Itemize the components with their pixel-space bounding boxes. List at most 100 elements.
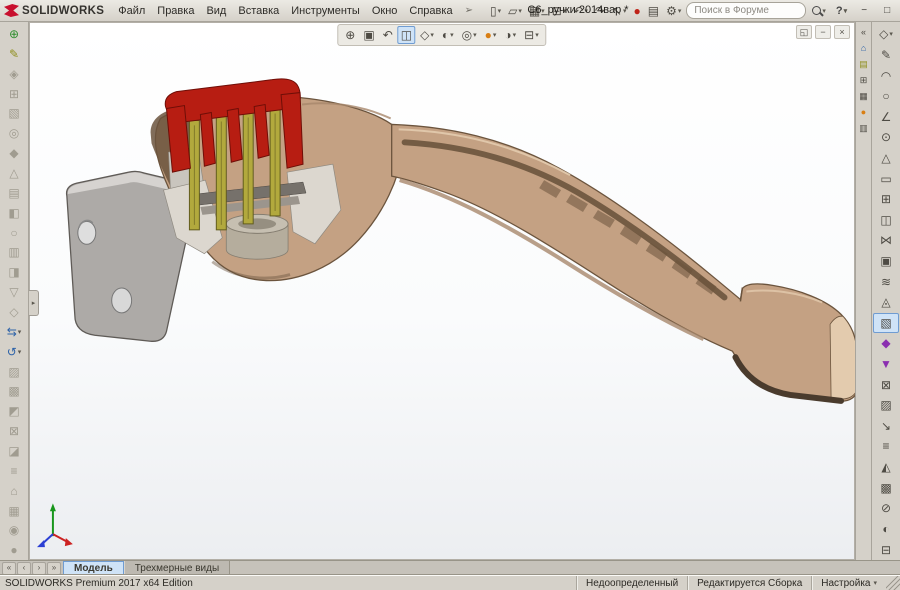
pin-icon[interactable]: ➢: [461, 5, 477, 16]
print-button[interactable]: ⊟ ▾: [549, 1, 570, 20]
toolbar-icon[interactable]: ◆ ▾: [1, 143, 27, 163]
toolbar-icon[interactable]: ∠ ▾: [873, 106, 899, 127]
window-minimize-button[interactable]: −: [854, 2, 874, 19]
rebuild-button[interactable]: ● ▾: [630, 1, 643, 20]
toolbar-icon[interactable]: △ ▾: [1, 163, 27, 183]
menu-tools[interactable]: Инструменты: [285, 3, 366, 19]
custom-properties-tab[interactable]: ▥: [856, 120, 871, 136]
doc-minimize-button[interactable]: −: [815, 25, 831, 39]
plate-notch[interactable]: [112, 288, 132, 313]
toolbar-icon[interactable]: ≋ ▾: [873, 271, 899, 292]
toolbar-icon[interactable]: ◈ ▾: [1, 64, 27, 84]
toolbar-icon[interactable]: ✎ ▾: [873, 45, 899, 66]
toolbar-icon[interactable]: ▣ ▾: [873, 251, 899, 272]
edit-appearance-button[interactable]: ● ▾: [482, 26, 500, 44]
apply-scene-button[interactable]: ◑ ▾: [501, 26, 519, 44]
search-button[interactable]: ▾: [809, 1, 829, 20]
menu-window[interactable]: Окно: [366, 3, 404, 19]
doc-close-button[interactable]: ×: [834, 25, 850, 39]
toolbar-icon[interactable]: ▦ ▾: [1, 501, 27, 521]
toolbar-icon[interactable]: ▭ ▾: [873, 168, 899, 189]
toolbar-icon[interactable]: ▩ ▾: [873, 477, 899, 498]
view-palette-tab[interactable]: ▦: [856, 88, 871, 104]
window-maximize-button[interactable]: □: [877, 2, 897, 19]
toolbar-icon[interactable]: ◇ ▾: [873, 24, 899, 45]
toolbar-icon[interactable]: ◠ ▾: [873, 65, 899, 86]
toolbar-icon[interactable]: ✎ ▾: [1, 44, 27, 64]
search-input[interactable]: [692, 4, 800, 17]
redo-button[interactable]: ↷ ▾: [592, 1, 608, 20]
options-button[interactable]: ⚙ ▾: [663, 1, 684, 20]
toolbar-icon[interactable]: ▩ ▾: [1, 381, 27, 401]
toolbar-icon[interactable]: ⊕ ▾: [1, 24, 27, 44]
toolbar-icon[interactable]: ◇ ▾: [1, 302, 27, 322]
appearances-scenes-tab[interactable]: ●: [856, 104, 871, 120]
tab-scroll-button[interactable]: ‹: [17, 562, 31, 575]
toolbar-icon[interactable]: ⊠ ▾: [1, 421, 27, 441]
toolbar-icon[interactable]: ▽ ▾: [1, 282, 27, 302]
menu-view[interactable]: Вид: [200, 3, 232, 19]
toolbar-icon[interactable]: ≡ ▾: [873, 436, 899, 457]
toolbar-icon[interactable]: ◧ ▾: [1, 203, 27, 223]
toolbar-icon[interactable]: ◭ ▾: [873, 457, 899, 478]
toolbar-icon[interactable]: ○ ▾: [1, 223, 27, 243]
toolbar-icon[interactable]: ▤ ▾: [1, 183, 27, 203]
select-button[interactable]: ↖ ▾: [609, 1, 630, 20]
toolbar-icon[interactable]: ⇆ ▾: [1, 322, 27, 342]
toolbar-icon[interactable]: ▧ ▾: [873, 313, 899, 334]
help-button[interactable]: ? ▾: [832, 1, 851, 20]
toolbar-icon[interactable]: ◐ ▾: [873, 519, 899, 540]
file-properties-button[interactable]: ▤ ▾: [645, 1, 662, 20]
toolbar-icon[interactable]: ◬ ▾: [873, 292, 899, 313]
tab-3d-views[interactable]: Трехмерные виды: [124, 561, 230, 575]
toolbar-icon[interactable]: ◆ ▾: [873, 333, 899, 354]
toolbar-icon[interactable]: ⋈ ▾: [873, 230, 899, 251]
toolbar-icon[interactable]: ⊞ ▾: [1, 84, 27, 104]
zoom-area-button[interactable]: ▣ ▾: [360, 26, 377, 44]
toolbar-icon[interactable]: ↘ ▾: [873, 416, 899, 437]
graphics-area[interactable]: ⊕ ▾ ▣ ▾ ↶ ▾ ◫ ▾: [29, 22, 855, 560]
viewport-canvas[interactable]: [29, 22, 855, 560]
toolbar-icon[interactable]: ● ▾: [1, 540, 27, 560]
toolbar-icon[interactable]: ⊙ ▾: [873, 127, 899, 148]
toolbar-icon[interactable]: ◨ ▾: [1, 262, 27, 282]
doc-restore-button[interactable]: ◱: [796, 25, 812, 39]
solidworks-resources-tab[interactable]: ⌂: [856, 40, 871, 56]
view-orientation-button[interactable]: ◇ ▾: [417, 26, 437, 44]
hide-show-items-button[interactable]: ◎ ▾: [459, 26, 480, 44]
menu-edit[interactable]: Правка: [151, 3, 200, 19]
toolbar-icon[interactable]: ▥ ▾: [1, 242, 27, 262]
zoom-fit-button[interactable]: ⊕ ▾: [342, 26, 358, 44]
toolbar-icon[interactable]: ◩ ▾: [1, 401, 27, 421]
toolbar-icon[interactable]: △ ▾: [873, 148, 899, 169]
menu-help[interactable]: Справка: [403, 3, 458, 19]
file-explorer-tab[interactable]: ⊞: [856, 72, 871, 88]
toolbar-icon[interactable]: ○ ▾: [873, 86, 899, 107]
tab-scroll-button[interactable]: »: [47, 562, 61, 575]
toolbar-icon[interactable]: ⌂ ▾: [1, 481, 27, 501]
new-document-button[interactable]: ▯ ▾: [487, 1, 504, 20]
tab-scroll-button[interactable]: «: [2, 562, 16, 575]
toolbar-icon[interactable]: ◉ ▾: [1, 520, 27, 540]
task-pane-collapse[interactable]: «: [856, 24, 871, 40]
toolbar-flyout-handle[interactable]: ▸: [29, 290, 39, 316]
display-style-button[interactable]: ◐ ▾: [439, 26, 457, 44]
toolbar-icon[interactable]: ≡ ▾: [1, 461, 27, 481]
save-button[interactable]: ▦ ▾: [526, 1, 548, 20]
design-library-tab[interactable]: ▤: [856, 56, 871, 72]
tab-model[interactable]: Модель: [63, 561, 124, 575]
toolbar-icon[interactable]: ▼ ▾: [873, 354, 899, 375]
undo-button[interactable]: ↶ ▾: [570, 1, 591, 20]
toolbar-icon[interactable]: ▨ ▾: [1, 362, 27, 382]
menu-insert[interactable]: Вставка: [232, 3, 285, 19]
status-item[interactable]: Настройка ▾: [811, 576, 886, 590]
previous-view-button[interactable]: ↶ ▾: [380, 26, 396, 44]
section-view-button[interactable]: ◫ ▾: [398, 26, 415, 44]
view-settings-button[interactable]: ⊟ ▾: [521, 26, 542, 44]
toolbar-icon[interactable]: ⊟ ▾: [873, 539, 899, 560]
toolbar-icon[interactable]: ◪ ▾: [1, 441, 27, 461]
toolbar-icon[interactable]: ▧ ▾: [1, 103, 27, 123]
tab-scroll-button[interactable]: ›: [32, 562, 46, 575]
toolbar-icon[interactable]: ⊞ ▾: [873, 189, 899, 210]
toolbar-icon[interactable]: ⊘ ▾: [873, 498, 899, 519]
